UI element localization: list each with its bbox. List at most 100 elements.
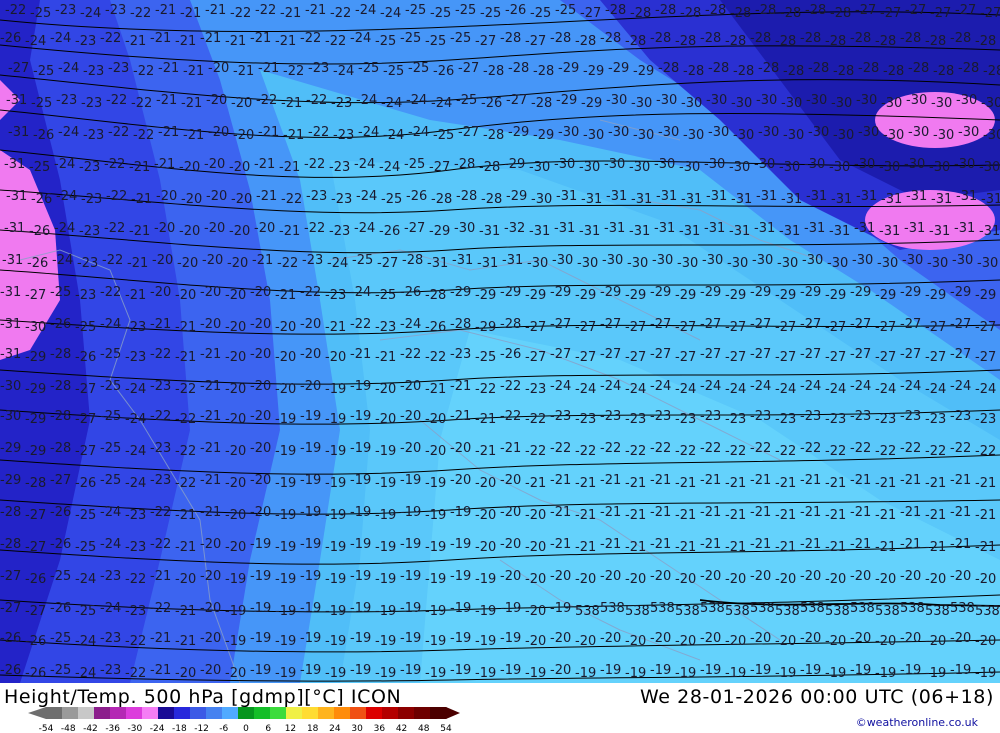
contour-label: -19 — [400, 537, 421, 552]
contour-label: -24 — [25, 34, 46, 49]
contour-label: -20 — [400, 441, 421, 456]
contour-label: -21 — [200, 379, 221, 394]
contour-label: -24 — [775, 382, 796, 397]
contour-label: -20 — [400, 409, 421, 424]
contour-label: -28 — [975, 34, 996, 49]
contour-label: -19 — [325, 444, 346, 459]
contour-label: -27 — [625, 320, 646, 335]
contour-label: -27 — [850, 317, 871, 332]
contour-label: -27 — [506, 93, 527, 108]
contour-label: -30 — [0, 409, 21, 424]
contour-label: -20 — [550, 631, 571, 646]
contour-label: -21 — [275, 288, 296, 303]
contour-label: -30 — [979, 160, 1000, 175]
contour-label: -20 — [575, 572, 596, 587]
contour-label: -20 — [700, 569, 721, 584]
scale-tick-label: -42 — [83, 724, 98, 733]
contour-label: -29 — [533, 128, 554, 143]
contour-label: -31 — [629, 224, 650, 239]
contour-label: -19 — [425, 634, 446, 649]
contour-label: -20 — [225, 666, 246, 681]
contour-label: -21 — [975, 508, 996, 523]
contour-label: -29 — [25, 382, 46, 397]
contour-label: -28 — [755, 3, 776, 18]
contour-label: -30 — [958, 125, 979, 140]
contour-label: -28 — [950, 31, 971, 46]
contour-label: -20 — [550, 663, 571, 678]
contour-label: -27 — [950, 317, 971, 332]
contour-label: -28 — [625, 34, 646, 49]
credit-link[interactable]: ©weatheronline.co.uk — [856, 716, 978, 729]
contour-label: -28 — [650, 31, 671, 46]
contour-label: -30 — [858, 125, 879, 140]
contour-label: -22 — [306, 93, 327, 108]
contour-label: -21 — [205, 3, 226, 18]
contour-label: -25 — [50, 663, 71, 678]
contour-label: -20 — [225, 540, 246, 555]
contour-label: -20 — [650, 569, 671, 584]
contour-label: -23 — [700, 409, 721, 424]
contour-label: -31 — [754, 221, 775, 236]
contour-label: -19 — [250, 601, 271, 616]
contour-label: -31 — [0, 317, 21, 332]
contour-label: -24 — [850, 379, 871, 394]
contour-label: -31 — [581, 192, 602, 207]
contour-label: -27 — [25, 508, 46, 523]
contour-label: -29 — [583, 64, 604, 79]
contour-label: -20 — [233, 128, 254, 143]
contour-label: -22 — [975, 444, 996, 459]
contour-label: -21 — [875, 476, 896, 491]
contour-label: -19 — [875, 666, 896, 681]
contour-label: -31 — [879, 224, 900, 239]
contour-label: -22 — [350, 317, 371, 332]
contour-label: -25 — [75, 320, 96, 335]
scale-tick-label: -36 — [105, 724, 120, 733]
contour-label: -19 — [550, 601, 571, 616]
contour-label: -20 — [202, 253, 223, 268]
contour-label: -26 — [0, 631, 21, 646]
scale-swatch — [254, 707, 271, 719]
contour-label: -23 — [56, 93, 77, 108]
scale-tick-label: -18 — [172, 724, 187, 733]
contour-label: -21 — [550, 537, 571, 552]
contour-label: -20 — [152, 253, 173, 268]
contour-label: -19 — [300, 631, 321, 646]
contour-label: -29 — [25, 412, 46, 427]
contour-label: -24 — [380, 6, 401, 21]
contour-label: -31 — [779, 224, 800, 239]
contour-label: -30 — [681, 96, 702, 111]
contour-label: -31 — [806, 189, 827, 204]
contour-label: -20 — [425, 412, 446, 427]
contour-label: -29 — [725, 288, 746, 303]
scale-tick-label: 18 — [307, 724, 319, 733]
contour-label: -30 — [981, 96, 1000, 111]
contour-label: -30 — [654, 157, 675, 172]
contour-label: -21 — [254, 157, 275, 172]
contour-label: -23 — [875, 412, 896, 427]
contour-label: -21 — [950, 473, 971, 488]
contour-label: -27 — [650, 347, 671, 362]
contour-label: -21 — [155, 3, 176, 18]
contour-label: -21 — [650, 505, 671, 520]
contour-label: -20 — [950, 631, 971, 646]
contour-label: -21 — [700, 473, 721, 488]
contour-label: -24 — [875, 382, 896, 397]
contour-label: -27 — [975, 350, 996, 365]
contour-label: -19 — [300, 537, 321, 552]
contour-label: -22 — [175, 382, 196, 397]
contour-label: -28 — [805, 3, 826, 18]
contour-label: 538 — [950, 601, 975, 616]
contour-label: -27 — [700, 317, 721, 332]
contour-label: -23 — [675, 412, 696, 427]
contour-label: -22 — [104, 221, 125, 236]
scale-swatch — [334, 707, 351, 719]
contour-label: -30 — [852, 253, 873, 268]
contour-label: -20 — [175, 666, 196, 681]
contour-label: -22 — [650, 441, 671, 456]
contour-label: -29 — [650, 285, 671, 300]
contour-label: -28 — [479, 160, 500, 175]
contour-label: -29 — [508, 125, 529, 140]
contour-label: -27 — [25, 540, 46, 555]
contour-label: -22 — [600, 441, 621, 456]
contour-label: -29 — [975, 288, 996, 303]
